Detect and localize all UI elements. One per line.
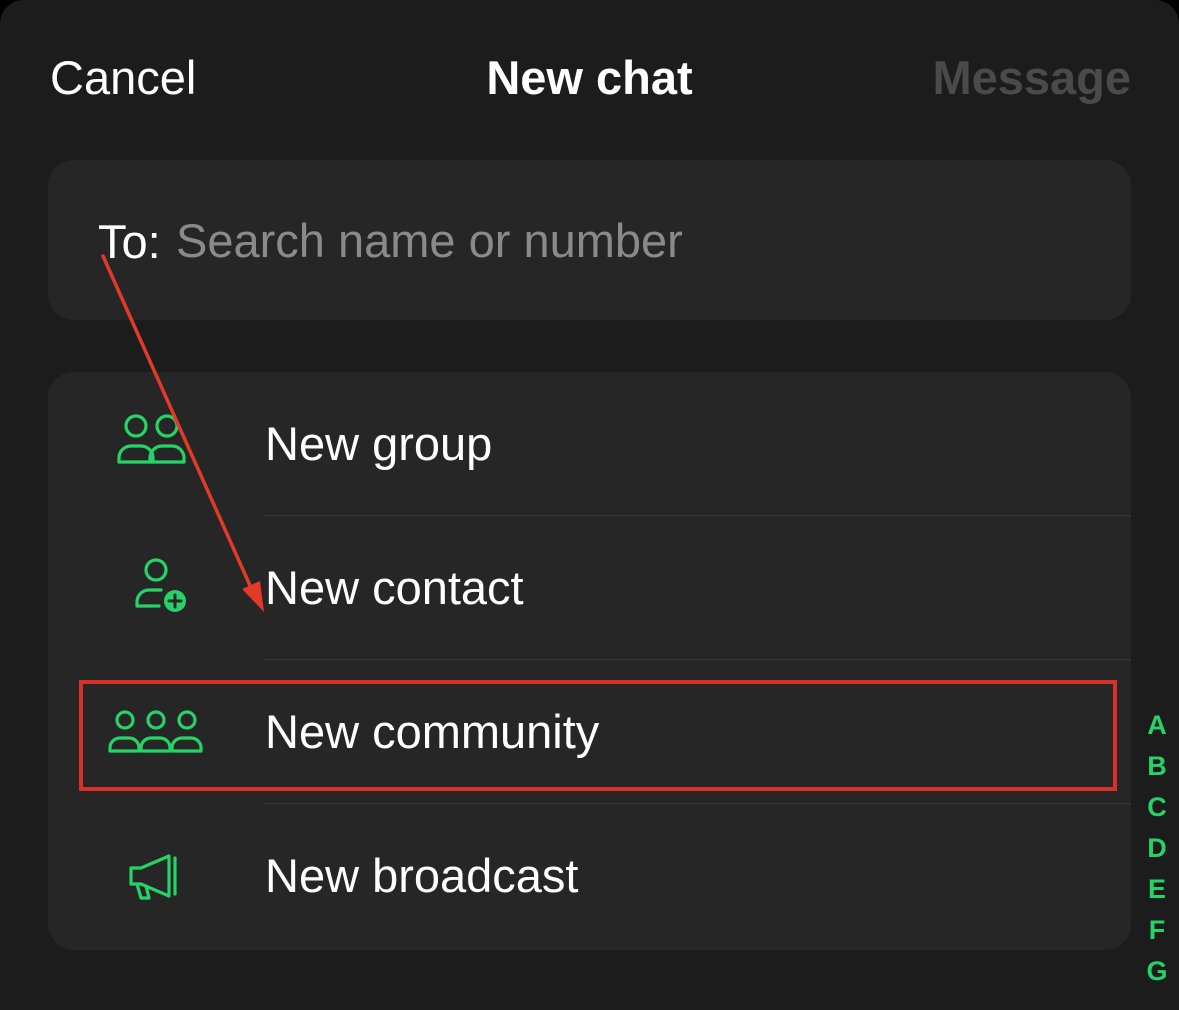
index-letter[interactable]: C — [1137, 787, 1177, 828]
new-contact-label: New contact — [265, 561, 524, 614]
search-input[interactable] — [176, 210, 1076, 270]
to-label: To: — [98, 215, 161, 268]
alphabet-index[interactable]: ABCDEFG — [1137, 705, 1177, 992]
new-chat-sheet: Cancel New chat Message To: New group — [0, 0, 1179, 1010]
broadcast-icon — [104, 840, 208, 912]
index-letter[interactable]: E — [1137, 869, 1177, 910]
annotation-highlight-box — [79, 680, 1117, 791]
new-chat-options: New group New contact New community New … — [48, 372, 1131, 950]
group-icon — [104, 408, 208, 480]
navigation-bar: Cancel New chat Message — [0, 0, 1179, 150]
index-letter[interactable]: B — [1137, 746, 1177, 787]
new-broadcast-item[interactable]: New broadcast — [48, 804, 1131, 948]
index-letter[interactable]: A — [1137, 705, 1177, 746]
message-button[interactable]: Message — [932, 50, 1131, 106]
new-broadcast-label: New broadcast — [265, 849, 579, 902]
new-group-item[interactable]: New group — [48, 372, 1131, 516]
index-letter[interactable]: G — [1137, 951, 1177, 992]
new-contact-item[interactable]: New contact — [48, 516, 1131, 660]
add-contact-icon — [104, 552, 208, 624]
recipient-search-field[interactable]: To: — [48, 160, 1131, 320]
new-group-label: New group — [265, 417, 493, 470]
index-letter[interactable]: F — [1137, 910, 1177, 951]
index-letter[interactable]: D — [1137, 828, 1177, 869]
